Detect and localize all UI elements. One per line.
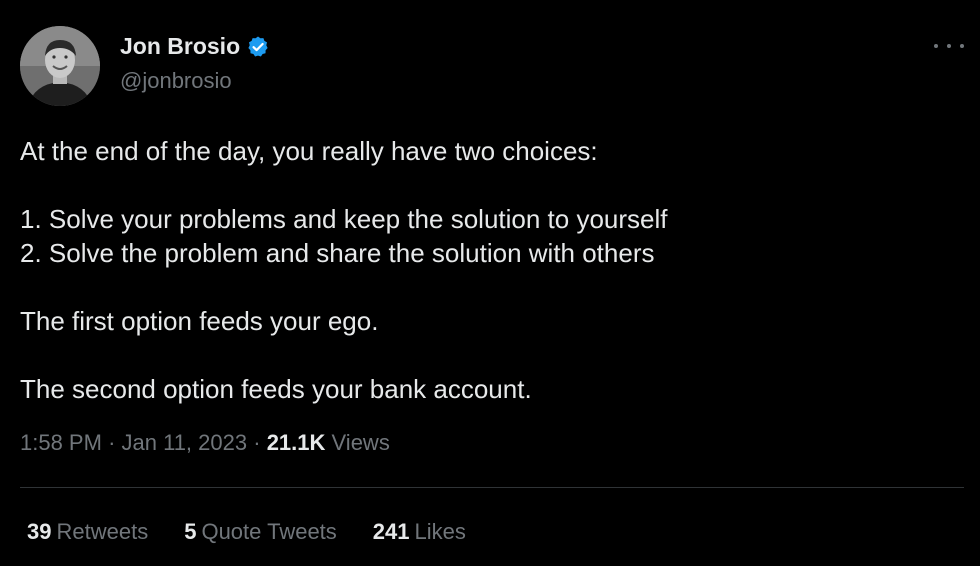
tweet-date[interactable]: Jan 11, 2023 [122,430,248,455]
tweet-line: At the end of the day, you really have t… [20,136,598,166]
tweet-meta: 1:58 PM · Jan 11, 2023 · 21.1K Views [20,430,390,456]
meta-separator: · [108,430,122,455]
views-count: 21.1K [266,430,326,455]
tweet-text: At the end of the day, you really have t… [20,134,960,406]
retweets-count: 39 [27,519,52,544]
author-display-name[interactable]: Jon Brosio [120,33,240,60]
tweet-line-gap [20,168,960,202]
avatar[interactable] [20,26,100,106]
author-name-row: Jon Brosio [120,33,270,60]
tweet-line-gap [20,270,960,304]
more-dot [947,44,951,48]
tweet-stats: 39 Retweets 5 Quote Tweets 241 Likes [27,519,466,545]
tweet-card: Jon Brosio @jonbrosio At the end of the … [0,0,980,566]
author-handle[interactable]: @jonbrosio [120,68,232,94]
tweet-line: 2. Solve the problem and share the solut… [20,238,655,268]
quote-tweets-count: 5 [184,519,197,544]
more-dot [960,44,964,48]
tweet-line-gap [20,338,960,372]
verified-badge-icon[interactable] [246,35,270,59]
retweets-label: Retweets [56,519,149,544]
more-icon[interactable] [934,36,964,56]
tweet-line: The second option feeds your bank accoun… [20,374,532,404]
more-dot [934,44,938,48]
likes-count: 241 [372,519,410,544]
views-label: Views [331,430,390,455]
tweet-line: The first option feeds your ego. [20,306,379,336]
retweets-stat[interactable]: 39 Retweets [27,519,148,545]
meta-separator: · [253,430,267,455]
tweet-time[interactable]: 1:58 PM [20,430,102,455]
likes-stat[interactable]: 241 Likes [373,519,466,545]
quote-tweets-stat[interactable]: 5 Quote Tweets [184,519,337,545]
likes-label: Likes [414,519,466,544]
tweet-line: 1. Solve your problems and keep the solu… [20,204,668,234]
divider [20,487,964,488]
quote-tweets-label: Quote Tweets [201,519,337,544]
